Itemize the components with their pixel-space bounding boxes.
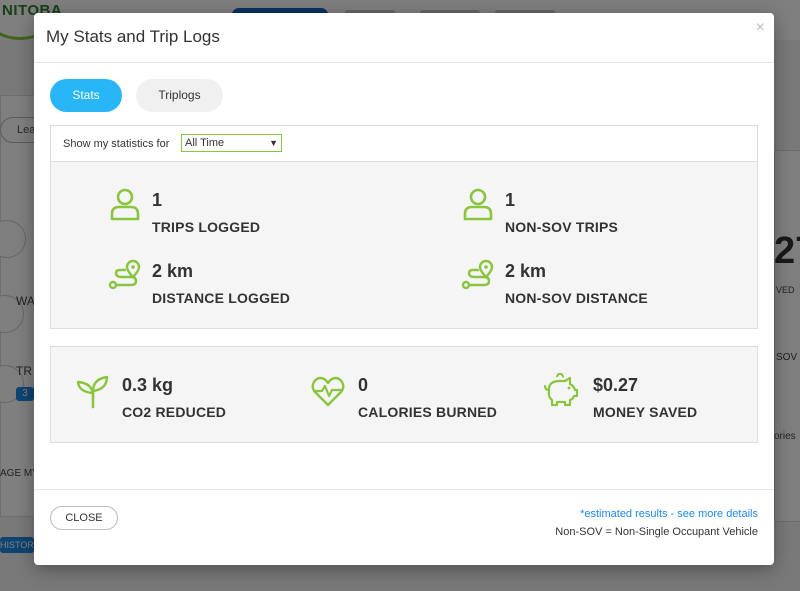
statistics-filter-bar: Show my statistics for All Time ▼ (50, 125, 758, 162)
person-icon (463, 188, 493, 221)
stat-value: 2 km (505, 261, 547, 281)
close-icon[interactable]: × (756, 19, 765, 37)
stat-label: NON-SOV TRIPS (505, 219, 619, 235)
piggy-bank-icon (543, 373, 579, 407)
route-icon (108, 259, 141, 290)
stat-label: MONEY SAVED (593, 404, 698, 420)
trip-stats-panel: 1 TRIPS LOGGED 1 NON-SOV TRIPS 2 km DIST… (50, 161, 758, 329)
tab-stats[interactable]: Stats (50, 79, 122, 112)
modal-footer: CLOSE *estimated results - see more deta… (34, 489, 774, 566)
stat-non-sov-distance: 2 km NON-SOV DISTANCE (460, 257, 720, 317)
modal-title: My Stats and Trip Logs (46, 27, 220, 46)
impact-stats-panel: 0.3 kg CO2 REDUCED 0 CALORIES BURNED $0.… (50, 346, 758, 443)
estimated-results-link[interactable]: *estimated results - see more details (580, 508, 758, 520)
stat-label: NON-SOV DISTANCE (505, 290, 648, 306)
heartbeat-icon (311, 376, 345, 407)
stats-modal: My Stats and Trip Logs × Stats Triplogs … (34, 13, 774, 565)
route-icon (461, 259, 494, 290)
stat-calories-burned: 0 CALORIES BURNED (310, 373, 530, 423)
stat-value: 1 (152, 190, 163, 210)
time-range-select[interactable]: All Time ▼ (181, 134, 282, 152)
stat-value: 0.3 kg (122, 375, 174, 395)
stat-label: TRIPS LOGGED (152, 219, 261, 235)
stat-money-saved: $0.27 MONEY SAVED (543, 373, 753, 423)
modal-header: My Stats and Trip Logs × (34, 13, 774, 63)
sov-definition-note: Non-SOV = Non-Single Occupant Vehicle (555, 526, 758, 538)
stat-value: 1 (505, 190, 516, 210)
stat-label: DISTANCE LOGGED (152, 290, 291, 306)
tab-triplogs[interactable]: Triplogs (136, 79, 223, 112)
person-icon (110, 188, 140, 221)
time-range-selected: All Time (185, 137, 225, 149)
stat-value: $0.27 (593, 375, 639, 395)
stat-value: 0 (358, 375, 369, 395)
stat-trips-logged: 1 TRIPS LOGGED (107, 186, 367, 246)
filter-label: Show my statistics for (63, 138, 170, 150)
stat-label: CALORIES BURNED (358, 404, 498, 420)
stat-label: CO2 REDUCED (122, 404, 227, 420)
close-button[interactable]: CLOSE (50, 506, 118, 530)
stat-distance-logged: 2 km DISTANCE LOGGED (107, 257, 367, 317)
stat-non-sov-trips: 1 NON-SOV TRIPS (460, 186, 720, 246)
sprout-icon (76, 375, 109, 409)
stat-co2-reduced: 0.3 kg CO2 REDUCED (75, 373, 295, 423)
chevron-down-icon: ▼ (269, 138, 278, 148)
stat-value: 2 km (152, 261, 194, 281)
